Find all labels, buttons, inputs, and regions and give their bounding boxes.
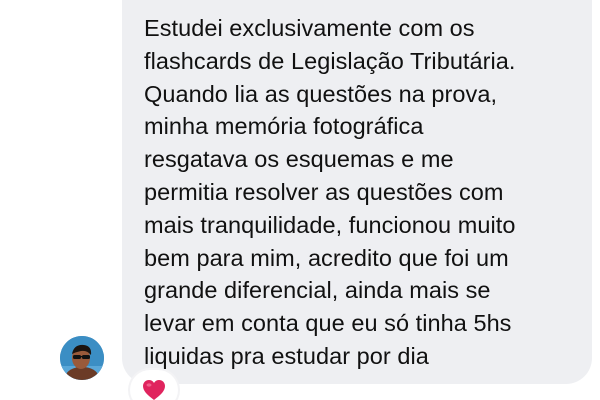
red-heart-icon [143,380,165,400]
message-bubble[interactable]: Estudei exclusivamente com os flashcards… [122,0,592,384]
message-line: bem para mim, acredito que foi um [144,244,509,271]
message-line: minha memória fotográfica [144,113,424,140]
message-line: flashcards de Legislação Tributária. [144,47,516,74]
sender-avatar[interactable] [60,336,104,380]
message-line: liquidas pra estudar por dia [144,342,429,369]
message-line: Estudei exclusivamente com os [144,15,475,41]
message-line: grande diferencial, ainda mais se [144,277,491,304]
message-text: Estudei exclusivamente com os flashcards… [144,12,572,373]
message-line: resgatava os esquemas e me [144,146,454,173]
message-line: mais tranquilidade, funcionou muito [144,211,516,238]
message-line: permitia resolver as questões com [144,178,504,205]
message-line: Quando lia as questões na prova, [144,80,498,107]
profile-photo-icon [60,336,104,380]
chat-thread: Estudei exclusivamente com os flashcards… [0,0,600,400]
reaction-badge[interactable] [130,370,178,400]
message-line: levar em conta que eu só tinha 5hs [144,310,512,337]
